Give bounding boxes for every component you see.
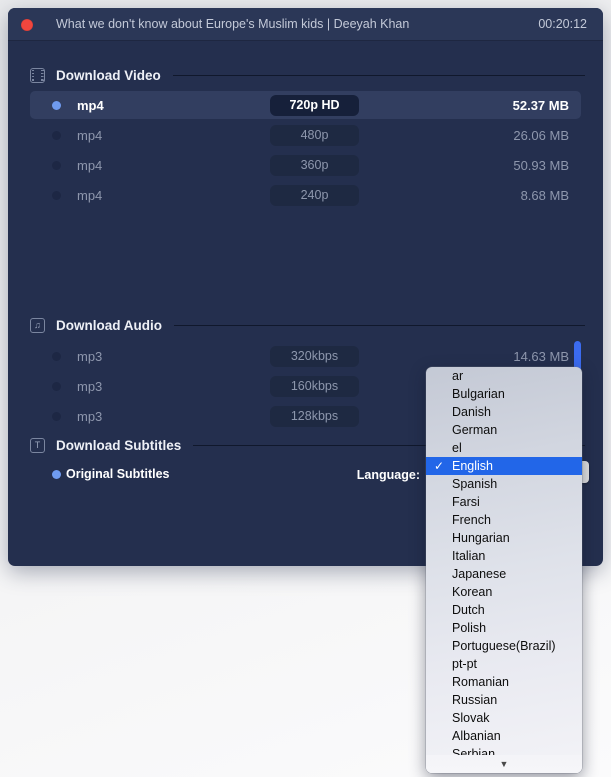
radio-icon[interactable] [52, 130, 61, 140]
video-option-row[interactable]: mp4 360p 50.93 MB [30, 151, 581, 179]
language-menu-item[interactable]: Danish [426, 403, 582, 421]
download-audio-header: ♫ Download Audio [30, 315, 585, 335]
language-menu-item[interactable]: Russian [426, 691, 582, 709]
music-note-icon: ♫ [30, 317, 45, 333]
video-quality-badge: 720p HD [270, 94, 359, 116]
audio-bitrate-badge: 128kbps [270, 405, 359, 427]
language-menu-item[interactable]: Spanish [426, 475, 582, 493]
radio-icon[interactable] [52, 160, 61, 170]
language-menu-item[interactable]: Italian [426, 547, 582, 565]
video-option-row[interactable]: mp4 720p HD 52.37 MB [30, 91, 581, 119]
window-titlebar: What we don't know about Europe's Muslim… [8, 8, 603, 41]
language-menu-item[interactable]: el [426, 439, 582, 457]
language-menu-item[interactable]: Dutch [426, 601, 582, 619]
original-subtitles-option[interactable]: Original Subtitles [52, 467, 170, 481]
language-menu-item[interactable]: pt-pt [426, 655, 582, 673]
radio-icon[interactable] [52, 351, 61, 361]
audio-bitrate-badge: 160kbps [270, 375, 359, 397]
video-filesize: 52.37 MB [512, 97, 569, 113]
language-menu-item[interactable]: French [426, 511, 582, 529]
window-title: What we don't know about Europe's Muslim… [56, 17, 410, 31]
audio-format: mp3 [77, 348, 103, 364]
download-subtitles-title: Download Subtitles [56, 437, 182, 453]
radio-icon[interactable] [52, 411, 61, 421]
language-menu-item[interactable]: Korean [426, 583, 582, 601]
language-label: Language: [356, 468, 420, 482]
video-format: mp4 [77, 157, 103, 173]
video-quality-badge: 480p [270, 124, 359, 146]
video-option-row[interactable]: mp4 480p 26.06 MB [30, 121, 581, 149]
download-video-header: Download Video [30, 65, 585, 85]
radio-icon[interactable] [52, 100, 61, 110]
audio-format: mp3 [77, 408, 103, 424]
language-menu-item[interactable]: Polish [426, 619, 582, 637]
audio-option-row[interactable]: mp3 320kbps 14.63 MB [30, 342, 581, 370]
video-duration: 00:20:12 [538, 17, 587, 31]
text-subtitle-icon: T [30, 437, 45, 453]
section-divider [172, 74, 585, 76]
language-menu-item[interactable]: Slovak [426, 709, 582, 727]
video-quality-badge: 360p [270, 154, 359, 176]
video-filesize: 50.93 MB [513, 157, 569, 173]
language-dropdown-menu[interactable]: ar Bulgarian Danish German el English Sp… [426, 367, 582, 773]
language-menu-item[interactable]: Bulgarian [426, 385, 582, 403]
video-filesize: 8.68 MB [520, 187, 569, 203]
language-menu-item[interactable]: Albanian [426, 727, 582, 745]
audio-filesize: 14.63 MB [513, 348, 569, 364]
language-menu-item[interactable]: Hungarian [426, 529, 582, 547]
video-option-row[interactable]: mp4 240p 8.68 MB [30, 181, 581, 209]
download-video-title: Download Video [56, 67, 161, 83]
language-menu-item[interactable]: Farsi [426, 493, 582, 511]
language-menu-item[interactable]: Japanese [426, 565, 582, 583]
section-divider [173, 324, 585, 326]
original-subtitles-label: Original Subtitles [66, 467, 170, 481]
audio-bitrate-badge: 320kbps [270, 345, 359, 367]
language-menu-item[interactable]: Romanian [426, 673, 582, 691]
language-menu-item[interactable]: Portuguese(Brazil) [426, 637, 582, 655]
language-menu-item[interactable]: German [426, 421, 582, 439]
radio-icon[interactable] [52, 190, 61, 200]
download-audio-title: Download Audio [56, 317, 162, 333]
close-icon[interactable] [21, 19, 33, 31]
video-filesize: 26.06 MB [513, 127, 569, 143]
film-strip-icon [30, 67, 45, 83]
video-quality-badge: 240p [270, 184, 359, 206]
radio-icon[interactable] [52, 381, 61, 391]
language-menu-item-selected[interactable]: English [426, 457, 582, 475]
video-format: mp4 [77, 97, 104, 113]
language-menu-item[interactable]: ar [426, 367, 582, 385]
radio-icon[interactable] [52, 469, 61, 479]
scroll-down-arrow-icon[interactable]: ▼ [426, 755, 582, 773]
video-format: mp4 [77, 127, 103, 143]
audio-format: mp3 [77, 378, 103, 394]
video-format: mp4 [77, 187, 103, 203]
